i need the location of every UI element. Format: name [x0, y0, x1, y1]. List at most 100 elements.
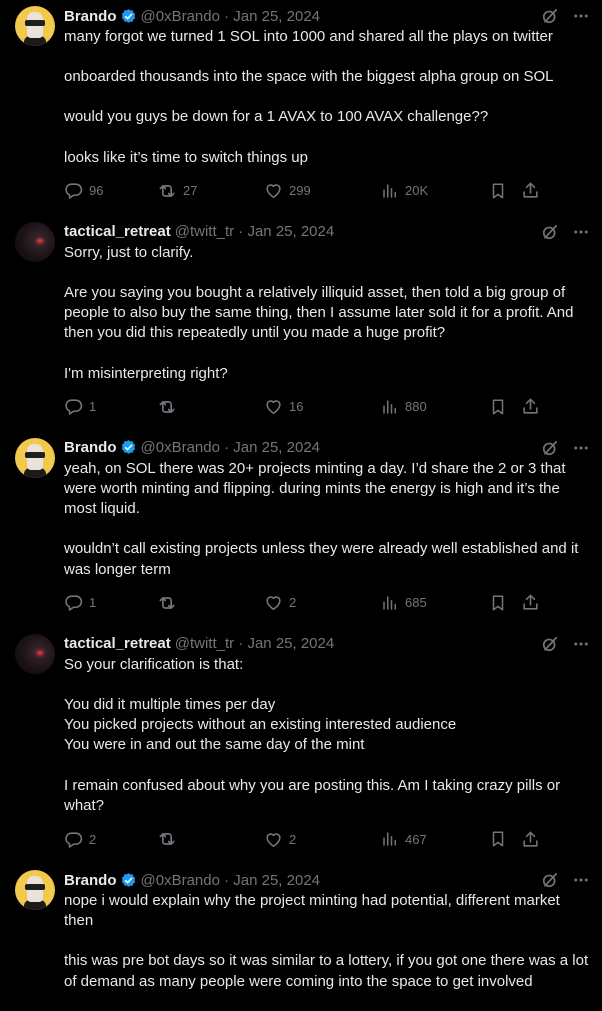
retweet-button[interactable] — [157, 829, 264, 849]
avatar[interactable] — [15, 6, 55, 46]
retweet-icon — [157, 593, 177, 613]
like-count: 2 — [289, 831, 297, 847]
views-count: 467 — [405, 831, 427, 847]
views-button[interactable]: 880 — [381, 398, 489, 416]
like-count: 16 — [289, 399, 304, 415]
tweet-text: yeah, on SOL there was 20+ projects mint… — [64, 459, 590, 580]
tweet-paragraph: I remain confused about why you are post… — [64, 776, 561, 814]
grok-icon[interactable] — [540, 222, 560, 242]
tweet[interactable]: tactical_retreat @twitt_tr · Jan 25, 202… — [0, 216, 602, 432]
views-button[interactable]: 20K — [381, 182, 489, 200]
share-button[interactable] — [521, 397, 540, 416]
tweet-header: Brando @0xBrando · Jan 25, 2024 — [64, 438, 590, 458]
tweet-paragraph: nope i would explain why the project min… — [64, 892, 560, 930]
avatar[interactable] — [15, 221, 55, 262]
bookmark-icon — [489, 398, 507, 416]
like-button[interactable]: 16 — [264, 397, 381, 416]
reply-count: 1 — [89, 595, 97, 611]
share-icon — [521, 181, 540, 200]
views-icon — [381, 182, 399, 200]
tweet-body: Brando @0xBrando · Jan 25, 2024 — [64, 870, 590, 992]
views-count: 880 — [405, 399, 427, 415]
share-icon — [521, 397, 540, 416]
tweet-body: Brando @0xBrando · Jan 25, 2024 — [64, 438, 590, 628]
reply-count: 2 — [89, 831, 97, 847]
author-handle-and-date[interactable]: @0xBrando · Jan 25, 2024 — [141, 439, 321, 456]
author-handle-and-date[interactable]: @twitt_tr · Jan 25, 2024 — [175, 635, 334, 652]
tweet-avatar-column — [15, 870, 64, 992]
share-button[interactable] — [521, 830, 540, 849]
grok-icon[interactable] — [540, 870, 560, 890]
more-icon[interactable] — [572, 223, 590, 241]
grok-icon[interactable] — [540, 438, 560, 458]
retweet-icon — [157, 181, 177, 201]
reply-icon — [64, 397, 83, 416]
bookmark-button[interactable] — [489, 398, 521, 416]
tweet-avatar-column — [15, 221, 64, 432]
tweet-avatar-column — [15, 6, 64, 216]
retweet-button[interactable] — [157, 593, 264, 613]
reply-button[interactable]: 1 — [64, 593, 157, 612]
reply-button[interactable]: 1 — [64, 397, 157, 416]
share-button[interactable] — [521, 181, 540, 200]
tweet-header: tactical_retreat @twitt_tr · Jan 25, 202… — [64, 634, 590, 654]
tweet[interactable]: Brando @0xBrando · Jan 25, 2024 — [0, 432, 602, 628]
avatar[interactable] — [15, 870, 55, 911]
like-button[interactable]: 299 — [264, 181, 381, 200]
tweet-paragraph: Are you saying you bought a relatively i… — [64, 284, 574, 342]
author-name[interactable]: Brando — [64, 872, 117, 889]
reply-button[interactable]: 96 — [64, 181, 157, 200]
tweet[interactable]: tactical_retreat @twitt_tr · Jan 25, 202… — [0, 628, 602, 864]
views-icon — [381, 594, 399, 612]
verified-badge-icon — [120, 872, 137, 889]
bookmark-button[interactable] — [489, 594, 521, 612]
retweet-count: 27 — [183, 183, 198, 199]
reply-icon — [64, 830, 83, 849]
tweet-text: So your clarification is that: You did it… — [64, 655, 590, 816]
author-handle-and-date[interactable]: @0xBrando · Jan 25, 2024 — [141, 872, 321, 889]
more-icon[interactable] — [572, 7, 590, 25]
like-button[interactable]: 2 — [264, 830, 381, 849]
reply-button[interactable]: 2 — [64, 830, 157, 849]
views-button[interactable]: 685 — [381, 594, 489, 612]
tweet-header-actions — [540, 222, 590, 242]
grok-icon[interactable] — [540, 634, 560, 654]
like-button[interactable]: 2 — [264, 593, 381, 612]
verified-badge-icon — [120, 8, 137, 25]
share-icon — [521, 830, 540, 849]
more-icon[interactable] — [572, 871, 590, 889]
share-button[interactable] — [521, 593, 540, 612]
tweet[interactable]: Brando @0xBrando · Jan 25, 2024 — [0, 0, 602, 216]
author-name[interactable]: Brando — [64, 439, 117, 456]
author-name[interactable]: Brando — [64, 8, 117, 25]
retweet-button[interactable]: 27 — [157, 181, 264, 201]
avatar[interactable] — [15, 633, 55, 674]
more-icon[interactable] — [572, 439, 590, 457]
tweet[interactable]: Brando @0xBrando · Jan 25, 2024 — [0, 864, 602, 992]
bookmark-button[interactable] — [489, 830, 521, 848]
tweet-actions: 1 — [64, 397, 590, 417]
tweet-paragraph: would you guys be down for a 1 AVAX to 1… — [64, 108, 489, 126]
grok-icon[interactable] — [540, 6, 560, 26]
tweet-header-actions — [540, 6, 590, 26]
views-button[interactable]: 467 — [381, 830, 489, 848]
avatar[interactable] — [15, 437, 55, 478]
tweet-header-actions — [540, 634, 590, 654]
bookmark-button[interactable] — [489, 182, 521, 200]
retweet-button[interactable] — [157, 397, 264, 417]
more-icon[interactable] — [572, 635, 590, 653]
author-handle-and-date[interactable]: @twitt_tr · Jan 25, 2024 — [175, 223, 334, 240]
tweet-text: nope i would explain why the project min… — [64, 891, 590, 992]
tweet-header-actions — [540, 438, 590, 458]
bookmark-icon — [489, 594, 507, 612]
tweet-paragraph: looks like it’s time to switch things up — [64, 148, 308, 166]
author-handle-and-date[interactable]: @0xBrando · Jan 25, 2024 — [141, 8, 321, 25]
verified-badge-icon — [120, 439, 137, 456]
tweet-paragraph: I'm misinterpreting right? — [64, 364, 228, 382]
views-icon — [381, 398, 399, 416]
tweet-body: Brando @0xBrando · Jan 25, 2024 — [64, 6, 590, 216]
like-icon — [264, 181, 283, 200]
author-name[interactable]: tactical_retreat — [64, 635, 171, 652]
author-name[interactable]: tactical_retreat — [64, 223, 171, 240]
tweet-header: tactical_retreat @twitt_tr · Jan 25, 202… — [64, 222, 590, 242]
